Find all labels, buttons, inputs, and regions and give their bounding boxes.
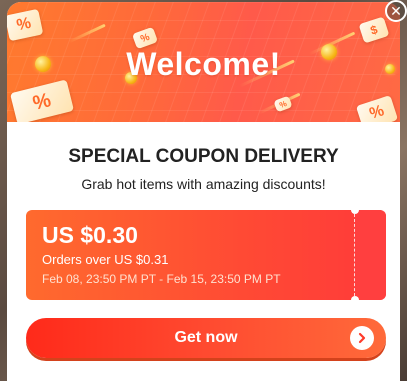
- coupon-validity: Feb 08, 23:50 PM PT - Feb 15, 23:50 PM P…: [42, 272, 281, 286]
- welcome-heading: Welcome!: [126, 46, 281, 82]
- coupon-min-order: Orders over US $0.31: [42, 252, 169, 267]
- get-now-label: Get now: [174, 329, 238, 346]
- welcome-banner: % % % % % $ Welcome!: [7, 2, 400, 122]
- coupon-perforation: [354, 214, 355, 296]
- close-icon[interactable]: ✕: [385, 0, 407, 22]
- coupon-amount: US $0.30: [42, 222, 138, 248]
- coupon-stub: [354, 210, 386, 300]
- coupon-card[interactable]: US $0.30 Orders over US $0.31 Feb 08, 23…: [26, 210, 386, 300]
- welcome-coupon-modal: % % % % % $ Welcome! SPECIAL COUPON DELI…: [7, 2, 400, 381]
- page-subtitle: Grab hot items with amazing discounts!: [81, 176, 326, 192]
- chevron-right-icon: [350, 326, 374, 350]
- page-title: SPECIAL COUPON DELIVERY: [68, 146, 339, 167]
- get-now-button[interactable]: Get now: [26, 318, 386, 358]
- coupon-notch: [351, 296, 359, 300]
